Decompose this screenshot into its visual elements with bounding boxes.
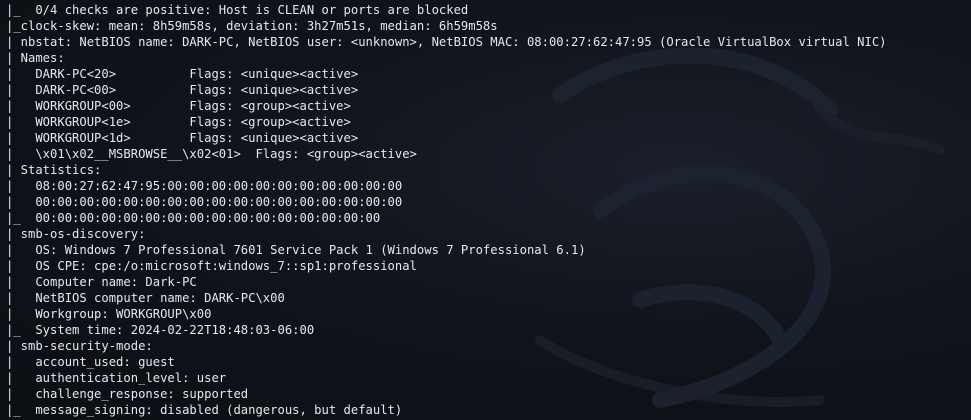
output-line: | WORKGROUP<1e> Flags: <group><active> xyxy=(6,115,351,129)
output-line: | challenge_response: supported xyxy=(6,387,249,401)
terminal-output: |_ 0/4 checks are positive: Host is CLEA… xyxy=(0,0,971,418)
output-line: |_ System time: 2024-02-22T18:48:03-06:0… xyxy=(6,323,315,337)
output-line: | WORKGROUP<00> Flags: <group><active> xyxy=(6,99,351,113)
terminal-window[interactable]: |_ 0/4 checks are positive: Host is CLEA… xyxy=(0,0,971,420)
output-line: | Workgroup: WORKGROUP\x00 xyxy=(6,307,212,321)
output-line: |_ message_signing: disabled (dangerous,… xyxy=(6,403,403,417)
output-line: | Statistics: xyxy=(6,163,102,177)
output-line: | 00:00:00:00:00:00:00:00:00:00:00:00:00… xyxy=(6,195,403,209)
output-line: |_ 00:00:00:00:00:00:00:00:00:00:00:00:0… xyxy=(6,211,381,225)
output-line: |_ 0/4 checks are positive: Host is CLEA… xyxy=(6,3,469,17)
output-line: | DARK-PC<00> Flags: <unique><active> xyxy=(6,83,359,97)
output-line: | NetBIOS computer name: DARK-PC\x00 xyxy=(6,291,285,305)
output-line: | Computer name: Dark-PC xyxy=(6,275,197,289)
output-line: | smb-security-mode: xyxy=(6,339,153,353)
output-line: | OS: Windows 7 Professional 7601 Servic… xyxy=(6,243,586,257)
output-line: | smb-os-discovery: xyxy=(6,227,146,241)
output-line: | nbstat: NetBIOS name: DARK-PC, NetBIOS… xyxy=(6,35,887,49)
output-line: | authentication_level: user xyxy=(6,371,227,385)
output-line: | WORKGROUP<1d> Flags: <unique><active> xyxy=(6,131,359,145)
output-line: | 08:00:27:62:47:95:00:00:00:00:00:00:00… xyxy=(6,179,403,193)
output-line: | Names: xyxy=(6,51,65,65)
output-line: | \x01\x02__MSBROWSE__\x02<01> Flags: <g… xyxy=(6,147,417,161)
output-line: | OS CPE: cpe:/o:microsoft:windows_7::sp… xyxy=(6,259,417,273)
output-line: | account_used: guest xyxy=(6,355,175,369)
output-line: | DARK-PC<20> Flags: <unique><active> xyxy=(6,67,359,81)
output-line: |_clock-skew: mean: 8h59m58s, deviation:… xyxy=(6,19,498,33)
